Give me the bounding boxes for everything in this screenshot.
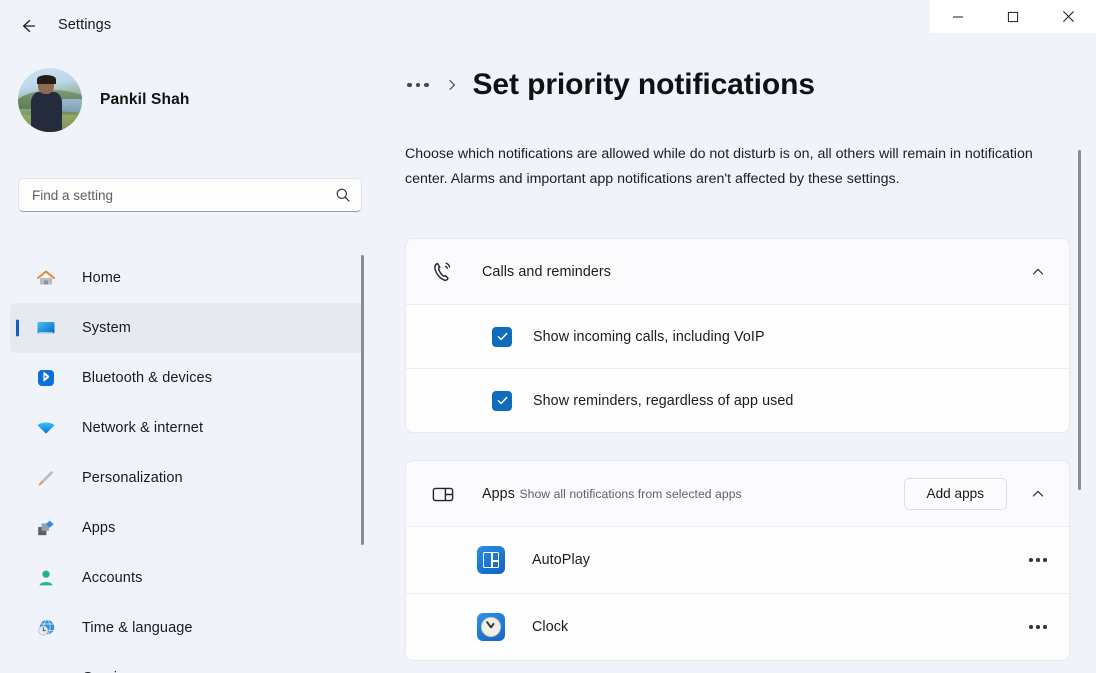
sidebar-scrollbar-thumb[interactable] — [361, 255, 364, 545]
section-title-wrap: Apps Show all notifications from selecte… — [482, 485, 904, 503]
sidebar-item-label: Network & internet — [82, 420, 203, 436]
section-title: Apps — [482, 486, 515, 502]
back-button[interactable] — [12, 12, 44, 40]
breadcrumb-overflow-button[interactable] — [405, 79, 431, 92]
app-title: Settings — [58, 17, 111, 33]
search-input[interactable] — [19, 188, 325, 203]
collapse-toggle-apps[interactable] — [1021, 477, 1055, 511]
title-bar: Settings — [0, 0, 1096, 48]
more-options-icon-autoplay[interactable] — [1021, 543, 1055, 577]
chevron-up-icon — [1030, 486, 1046, 502]
setting-label: Show reminders, regardless of app used — [533, 393, 794, 409]
back-arrow-icon — [18, 16, 38, 36]
sidebar-item-label: Home — [82, 270, 121, 286]
app-name: Clock — [532, 619, 1021, 635]
check-icon — [496, 394, 509, 407]
phone-call-icon — [428, 259, 458, 285]
profile-name: Pankil Shah — [100, 91, 190, 109]
checkbox-reminders[interactable] — [492, 391, 512, 411]
page-title: Set priority notifications — [473, 70, 815, 100]
sidebar-item-label: Time & language — [82, 620, 193, 636]
autoplay-icon — [477, 546, 505, 574]
maximize-icon — [1007, 11, 1019, 23]
section-calls-and-reminders: Calls and reminders Show incoming calls,… — [405, 238, 1070, 433]
minimize-icon — [952, 11, 964, 23]
apps-icon — [32, 515, 60, 541]
minimize-button[interactable] — [930, 0, 985, 33]
breadcrumb: Set priority notifications — [405, 70, 815, 100]
search-box[interactable] — [18, 178, 362, 212]
clock-icon — [477, 613, 505, 641]
setting-row-reminders[interactable]: Show reminders, regardless of app used — [406, 368, 1069, 432]
checkbox-incoming-calls[interactable] — [492, 327, 512, 347]
setting-row-incoming-calls[interactable]: Show incoming calls, including VoIP — [406, 304, 1069, 368]
sidebar-item-system[interactable]: System — [10, 303, 362, 353]
check-icon — [496, 330, 509, 343]
chevron-up-icon — [1030, 264, 1046, 280]
sidebar-item-time-language[interactable]: Time & language — [10, 603, 362, 653]
sidebar-item-label: Accounts — [82, 570, 142, 586]
sidebar-item-label: Personalization — [82, 470, 183, 486]
sidebar-item-label: System — [82, 320, 131, 336]
wifi-icon — [32, 415, 60, 441]
section-title-wrap: Calls and reminders — [482, 263, 1021, 281]
profile-block[interactable]: Pankil Shah — [18, 68, 190, 132]
section-header-calls[interactable]: Calls and reminders — [406, 239, 1069, 304]
app-row-clock[interactable]: Clock — [406, 593, 1069, 660]
sidebar-nav: Home System — [0, 253, 372, 673]
sidebar-item-apps[interactable]: Apps — [10, 503, 362, 553]
collapse-toggle-calls[interactable] — [1021, 255, 1055, 289]
search-icon — [325, 187, 361, 203]
system-icon — [32, 315, 60, 341]
sidebar-item-accounts[interactable]: Accounts — [10, 553, 362, 603]
avatar — [18, 68, 82, 132]
add-apps-button[interactable]: Add apps — [904, 478, 1007, 510]
paintbrush-icon — [32, 465, 60, 491]
sidebar-item-home[interactable]: Home — [10, 253, 362, 303]
time-language-icon — [32, 615, 60, 641]
accounts-icon — [32, 565, 60, 591]
sidebar-item-label: Bluetooth & devices — [82, 370, 212, 386]
section-header-apps[interactable]: Apps Show all notifications from selecte… — [406, 461, 1069, 526]
sidebar-item-network-internet[interactable]: Network & internet — [10, 403, 362, 453]
close-icon — [1062, 10, 1075, 23]
page-description: Choose which notifications are allowed w… — [405, 142, 1061, 192]
main-content: Set priority notifications Choose which … — [372, 48, 1096, 673]
sidebar-item-personalization[interactable]: Personalization — [10, 453, 362, 503]
sidebar-item-bluetooth-devices[interactable]: Bluetooth & devices — [10, 353, 362, 403]
sidebar-item-label: Apps — [82, 520, 115, 536]
sidebar: Pankil Shah Home — [0, 48, 372, 673]
section-subtitle: Show all notifications from selected app… — [519, 487, 741, 501]
gaming-icon — [32, 665, 60, 673]
app-panel-icon — [428, 481, 458, 507]
chevron-right-icon — [445, 78, 459, 92]
maximize-button[interactable] — [985, 0, 1040, 33]
section-title: Calls and reminders — [482, 264, 611, 280]
section-apps: Apps Show all notifications from selecte… — [405, 460, 1070, 661]
setting-label: Show incoming calls, including VoIP — [533, 329, 765, 345]
sidebar-item-gaming[interactable]: Gaming — [10, 653, 362, 673]
settings-window: Settings — [0, 0, 1096, 673]
bluetooth-icon — [32, 365, 60, 391]
more-options-icon-clock[interactable] — [1021, 610, 1055, 644]
app-name: AutoPlay — [532, 552, 1021, 568]
home-icon — [32, 265, 60, 291]
close-button[interactable] — [1041, 0, 1096, 33]
app-row-autoplay[interactable]: AutoPlay — [406, 526, 1069, 593]
window-controls — [930, 0, 1096, 33]
main-scrollbar-thumb[interactable] — [1078, 150, 1081, 490]
